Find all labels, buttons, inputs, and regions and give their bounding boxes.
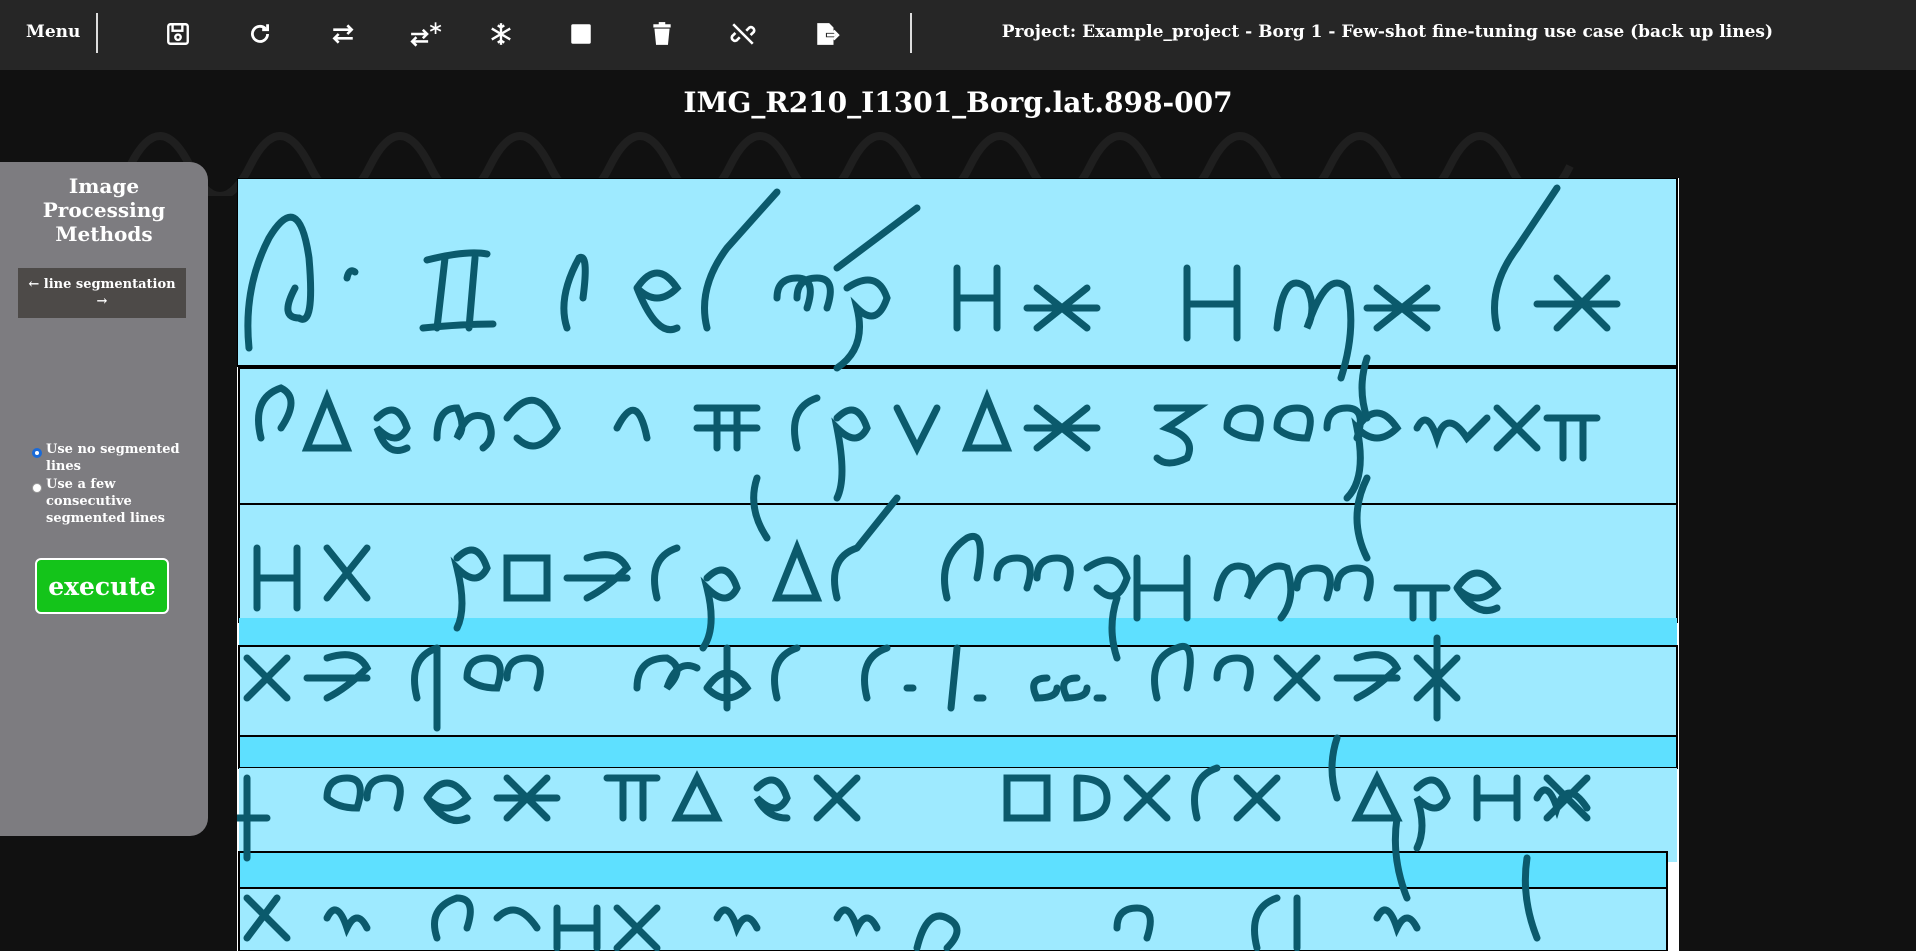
save-button[interactable] bbox=[161, 17, 195, 51]
sidebar-title-line: Processing bbox=[42, 198, 166, 222]
sidebar-title: Image Processing Methods bbox=[0, 174, 208, 246]
top-toolbar: Menu Project: Example_project - Borg 1 -… bbox=[0, 0, 1916, 70]
option-label: Use a few consecutive segmented lines bbox=[46, 477, 165, 526]
toolbar-divider bbox=[96, 13, 98, 53]
unlink-button[interactable] bbox=[726, 17, 760, 51]
image-processing-sidebar: Image Processing Methods ← line segmenta… bbox=[0, 162, 208, 836]
sidebar-title-line: Image bbox=[68, 174, 140, 198]
swap-arrows-icon bbox=[332, 24, 354, 44]
unlink-icon bbox=[730, 23, 756, 45]
swap-arrows-freeze-icon bbox=[410, 22, 442, 47]
swap-button[interactable] bbox=[326, 17, 360, 51]
menu-button[interactable]: Menu bbox=[26, 22, 80, 42]
reload-icon bbox=[251, 24, 269, 43]
option-few-segmented-lines[interactable]: Use a few consecutive segmented lines bbox=[32, 476, 186, 527]
image-title: IMG_R210_I1301_Borg.lat.898-007 bbox=[683, 86, 1233, 119]
execute-button[interactable]: execute bbox=[35, 558, 169, 614]
sidebar-title-line: Methods bbox=[55, 222, 153, 246]
option-no-segmented-lines[interactable]: Use no segmented lines bbox=[32, 441, 186, 475]
snowflake-icon bbox=[491, 23, 511, 45]
trash-icon bbox=[653, 22, 671, 45]
export-file-icon bbox=[817, 23, 840, 45]
delete-button[interactable] bbox=[645, 17, 679, 51]
project-title: Project: Example_project - Borg 1 - Few-… bbox=[1001, 22, 1773, 42]
freeze-button[interactable] bbox=[484, 17, 518, 51]
stop-button[interactable] bbox=[564, 17, 598, 51]
radio-button-selected[interactable] bbox=[32, 448, 42, 458]
text-line-box[interactable] bbox=[238, 735, 1678, 769]
document-canvas bbox=[237, 178, 1678, 951]
option-label: Use no segmented lines bbox=[46, 442, 180, 474]
swap-freeze-button[interactable] bbox=[409, 17, 443, 51]
text-line-box[interactable] bbox=[238, 851, 1668, 889]
document-image[interactable] bbox=[237, 178, 1679, 951]
reload-button[interactable] bbox=[243, 17, 277, 51]
toolbar-divider bbox=[910, 13, 912, 53]
stop-square-icon bbox=[571, 24, 591, 44]
export-button[interactable] bbox=[810, 17, 844, 51]
radio-button[interactable] bbox=[32, 483, 42, 493]
line-segmentation-button[interactable]: ← line segmentation → bbox=[18, 268, 186, 318]
line-gap bbox=[239, 618, 1677, 648]
save-icon bbox=[167, 23, 189, 45]
